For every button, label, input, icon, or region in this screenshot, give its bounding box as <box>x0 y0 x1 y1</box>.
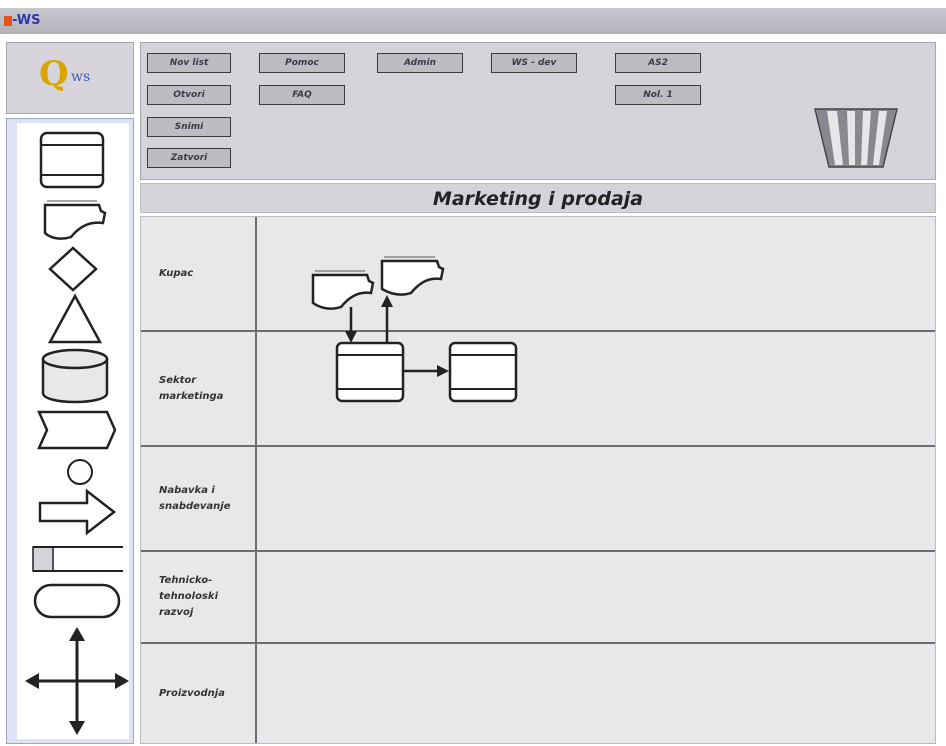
trash-bucket-icon[interactable] <box>813 107 899 169</box>
diagram-title: Marketing i prodaja <box>140 183 936 213</box>
logo-panel: Q ws <box>6 42 134 114</box>
logo-ws: ws <box>71 69 91 85</box>
flow-arrow <box>403 365 449 377</box>
process-node[interactable] <box>335 341 405 403</box>
as2-button[interactable]: AS2 <box>615 53 701 73</box>
chevron-shape-icon[interactable] <box>35 409 119 451</box>
save-button[interactable]: Snimi <box>147 117 231 137</box>
close-button[interactable]: Zatvori <box>147 148 231 168</box>
document-node[interactable] <box>311 270 375 310</box>
triangle-shape-icon[interactable] <box>47 293 103 345</box>
open-button[interactable]: Otvori <box>147 85 231 105</box>
process-shape-icon[interactable] <box>37 129 107 191</box>
logo-q: Q <box>39 54 69 94</box>
swimlane-diagram: Kupac Sektor marketinga Nabavka i snabde… <box>140 216 936 744</box>
help-button[interactable]: Pomoc <box>259 53 345 73</box>
arrow-right-shape-icon[interactable] <box>37 487 117 537</box>
process-node[interactable] <box>448 341 518 403</box>
ws-dev-button[interactable]: WS - dev <box>491 53 577 73</box>
toolbar: Nov list Otvori Snimi Zatvori Pomoc FAQ … <box>140 42 936 180</box>
shape-palette <box>6 118 134 744</box>
terminator-shape-icon[interactable] <box>31 581 123 621</box>
nol1-button[interactable]: Nol. 1 <box>615 85 701 105</box>
new-list-button[interactable]: Nov list <box>147 53 231 73</box>
connector-circle-icon[interactable] <box>65 457 95 487</box>
app-window: -WS Q ws Nov list Otvori Snimi Zatvori P… <box>0 0 946 746</box>
database-shape-icon[interactable] <box>39 347 111 407</box>
diagram-canvas <box>311 256 518 403</box>
title-bar: -WS <box>0 8 946 34</box>
flow-arrow <box>345 307 357 343</box>
app-title: -WS <box>12 13 41 28</box>
document-node[interactable] <box>380 256 445 296</box>
data-store-shape-icon[interactable] <box>29 543 125 577</box>
four-way-arrow-icon[interactable] <box>23 625 131 737</box>
app-logo-icon <box>4 16 12 26</box>
palette-canvas <box>17 123 129 739</box>
admin-button[interactable]: Admin <box>377 53 463 73</box>
decision-shape-icon[interactable] <box>47 245 99 293</box>
document-shape-icon[interactable] <box>39 197 109 243</box>
flow-arrow <box>381 295 393 345</box>
faq-button[interactable]: FAQ <box>259 85 345 105</box>
